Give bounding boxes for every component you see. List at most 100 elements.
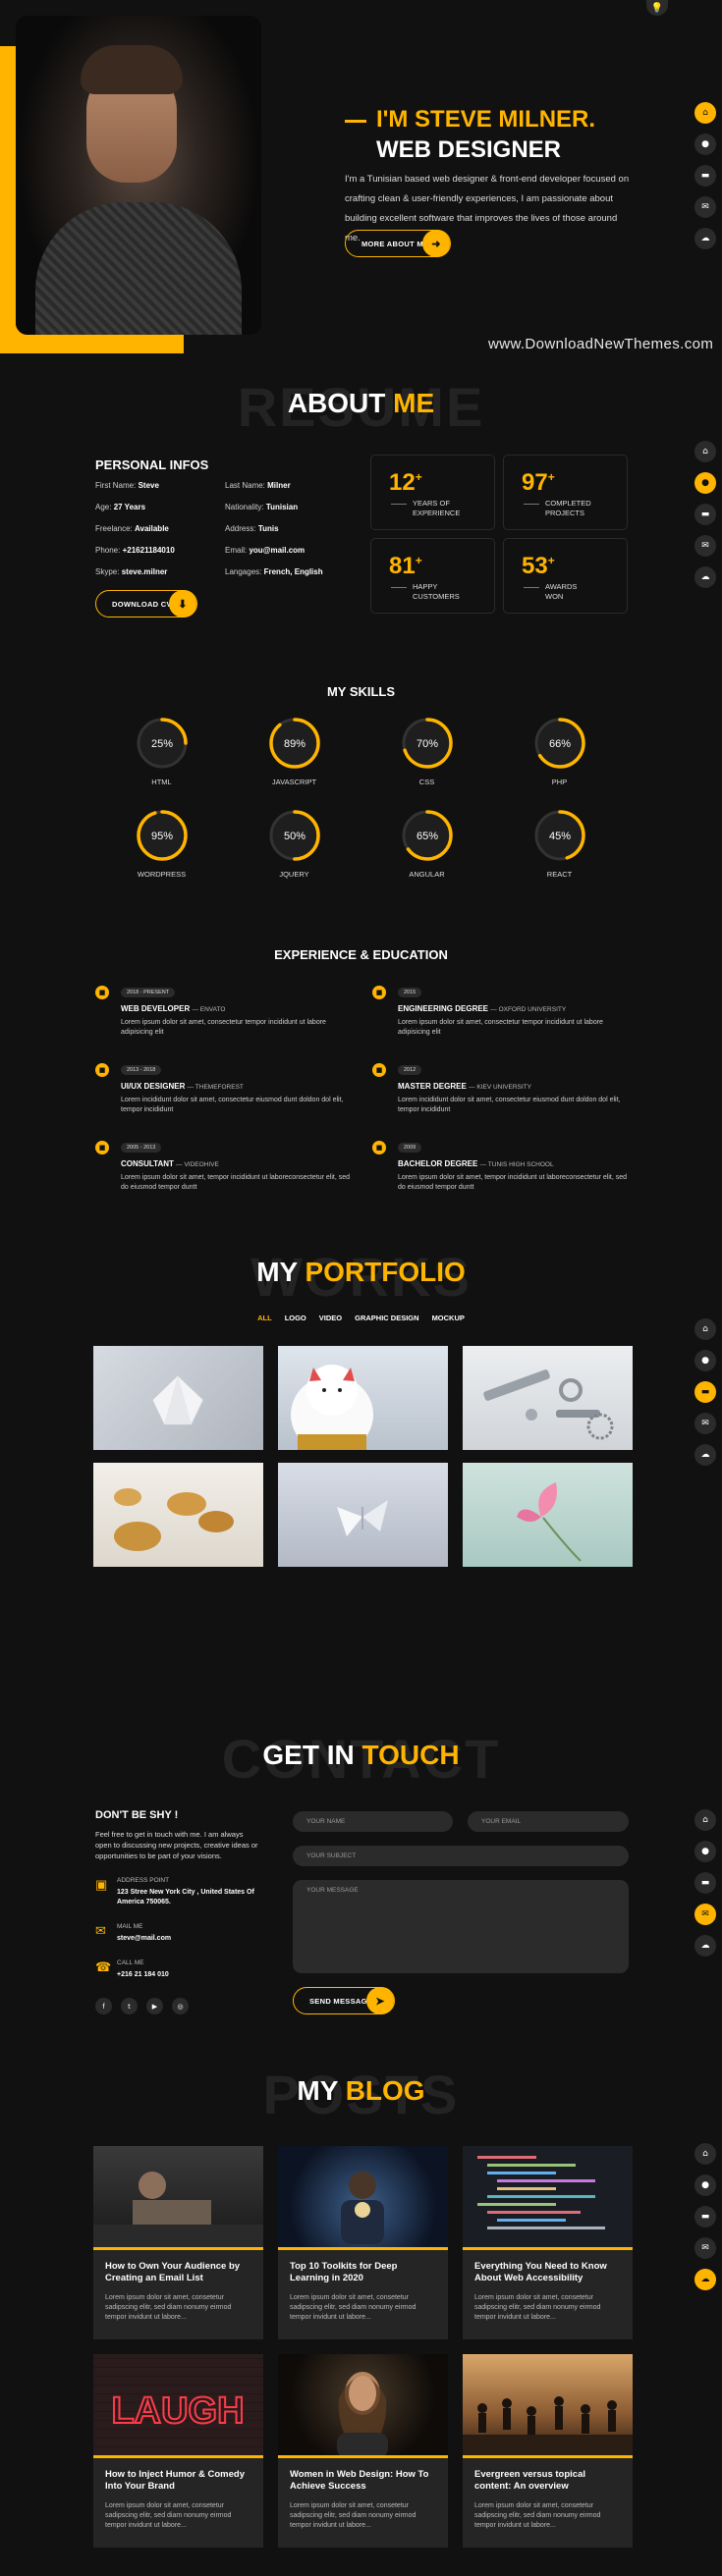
laugh-sign: LAUGH	[111, 2390, 244, 2432]
youtube-icon[interactable]: ▶	[146, 1998, 163, 2014]
nav-contact-button[interactable]: ✉	[694, 196, 716, 218]
info-email: Email: you@mail.com	[225, 546, 305, 555]
subject-input[interactable]: YOUR SUBJECT	[293, 1846, 629, 1866]
filter-video[interactable]: VIDEO	[319, 1314, 342, 1322]
download-cv-button[interactable]: DOWNLOAD CV ⬇	[95, 590, 197, 617]
nav-home-button[interactable]: ⌂	[694, 441, 716, 462]
blog-card[interactable]: Women in Web Design: How To Achieve Succ…	[278, 2354, 448, 2548]
nav-portfolio-button[interactable]: ▬	[694, 165, 716, 187]
facebook-icon[interactable]: f	[95, 1998, 112, 2014]
timeline-date: 2005 - 2013	[121, 1143, 162, 1153]
nav-about-button[interactable]: ●	[694, 472, 716, 494]
dribbble-icon[interactable]: ◎	[172, 1998, 189, 2014]
more-about-me-label: MORE ABOUT ME	[361, 239, 429, 248]
contact-mail: ✉ MAIL ME steve@mail.com	[95, 1923, 172, 1942]
home-icon: ⌂	[702, 1324, 708, 1334]
theme-toggle-button[interactable]: 💡	[646, 0, 668, 16]
timeline-date: 2012	[398, 1065, 422, 1075]
nav-blog-button[interactable]: ☁	[694, 2269, 716, 2290]
skill-ring: 50%	[268, 810, 320, 861]
nav-portfolio-button[interactable]: ▬	[694, 504, 716, 525]
skill-ring: 66%	[533, 718, 585, 769]
briefcase-icon: ■	[95, 1141, 109, 1154]
blog-image-sunset-crowd	[463, 2354, 633, 2458]
briefcase-icon: ▬	[700, 1878, 710, 1888]
portfolio-item-paper-butterfly[interactable]	[278, 1463, 448, 1567]
lightbulb-icon: 💡	[650, 2, 664, 14]
send-message-button[interactable]: SEND MESSAGE ➤	[293, 1987, 395, 2014]
nav-about-button[interactable]: ●	[694, 1350, 716, 1371]
arrow-right-icon: ➜	[422, 230, 450, 257]
skill-ring: 65%	[401, 810, 453, 861]
side-nav-contact: ⌂ ● ▬ ✉ ☁	[694, 1809, 716, 1957]
nav-blog-button[interactable]: ☁	[694, 1444, 716, 1466]
portfolio-item-flower[interactable]	[463, 1463, 633, 1567]
nav-portfolio-button[interactable]: ▬	[694, 1381, 716, 1403]
portfolio-title-accent: PORTFOLIO	[305, 1257, 466, 1287]
nav-about-button[interactable]: ●	[694, 1841, 716, 1862]
more-about-me-button[interactable]: MORE ABOUT ME ➜	[345, 230, 451, 257]
stat-projects: 97+ COMPLETED PROJECTS	[503, 455, 628, 530]
contact-address: ▣ ADDRESS POINT 123 Stree New York City …	[95, 1877, 254, 1905]
timeline-description: Lorem incididunt dolor sit amet, consect…	[398, 1097, 621, 1113]
fortune-cookies-image	[114, 1488, 234, 1551]
filter-all[interactable]: ALL	[257, 1314, 272, 1322]
portfolio-title-main: MY	[256, 1257, 298, 1287]
skill-percent: 50%	[283, 831, 305, 842]
timeline-description: Lorem ipsum dolor sit amet, tempor incid…	[398, 1174, 628, 1191]
portfolio-title: MY PORTFOLIO	[0, 1257, 722, 1288]
twitter-icon[interactable]: t	[121, 1998, 138, 2014]
nav-portfolio-button[interactable]: ▬	[694, 2206, 716, 2227]
nav-blog-button[interactable]: ☁	[694, 566, 716, 588]
nav-home-button[interactable]: ⌂	[694, 2143, 716, 2165]
timeline-date: 2018 - PRESENT	[121, 988, 176, 997]
nav-blog-button[interactable]: ☁	[694, 1935, 716, 1957]
nav-home-button[interactable]: ⌂	[694, 1318, 716, 1340]
blog-card[interactable]: LAUGH How to Inject Humor & Comedy Into …	[93, 2354, 263, 2548]
skill-item: 66% PHP	[493, 716, 626, 786]
briefcase-icon: ▬	[700, 1387, 710, 1397]
portfolio-item-lucky-cat[interactable]	[278, 1346, 448, 1450]
email-input[interactable]: YOUR EMAIL	[468, 1811, 629, 1832]
nav-portfolio-button[interactable]: ▬	[694, 1872, 716, 1894]
blog-card[interactable]: How to Own Your Audience by Creating an …	[93, 2146, 263, 2339]
nav-contact-button[interactable]: ✉	[694, 1904, 716, 1925]
nav-home-button[interactable]: ⌂	[694, 1809, 716, 1831]
nav-blog-button[interactable]: ☁	[694, 228, 716, 249]
hero-portrait	[16, 16, 261, 335]
timeline-role: CONSULTANT — VIDEOHIVE	[121, 1159, 219, 1168]
blog-title: MY BLOG	[0, 2075, 722, 2107]
blog-grid: How to Own Your Audience by Creating an …	[93, 2146, 633, 2548]
portfolio-item-hardware[interactable]	[463, 1346, 633, 1450]
nav-about-button[interactable]: ●	[694, 2174, 716, 2196]
comments-icon: ☁	[700, 1941, 710, 1951]
timeline-role: BACHELOR DEGREE — TUNIS HIGH SCHOOL	[398, 1159, 554, 1168]
filter-logo[interactable]: LOGO	[285, 1314, 306, 1322]
timeline-date: 2009	[398, 1143, 422, 1153]
send-message-label: SEND MESSAGE	[309, 1996, 373, 2006]
envelope-icon: ✉	[701, 2243, 709, 2253]
blog-card[interactable]: Everything You Need to Know About Web Ac…	[463, 2146, 633, 2339]
download-icon: ⬇	[169, 590, 196, 617]
stat-experience: 12+ YEARS OF EXPERIENCE	[370, 455, 495, 530]
skill-ring: 95%	[136, 810, 188, 861]
message-textarea[interactable]: YOUR MESSAGE	[293, 1880, 629, 1973]
blog-card[interactable]: Top 10 Toolkits for Deep Learning in 202…	[278, 2146, 448, 2339]
portfolio-item-fortune-cookies[interactable]	[93, 1463, 263, 1567]
nav-contact-button[interactable]: ✉	[694, 2237, 716, 2259]
skills-title: MY SKILLS	[326, 684, 396, 699]
filter-mockup[interactable]: MOCKUP	[432, 1314, 465, 1322]
nav-contact-button[interactable]: ✉	[694, 535, 716, 557]
blog-image-code	[463, 2146, 633, 2250]
name-input[interactable]: YOUR NAME	[293, 1811, 453, 1832]
nav-contact-button[interactable]: ✉	[694, 1413, 716, 1434]
filter-graphic-design[interactable]: GRAPHIC DESIGN	[355, 1314, 418, 1322]
blog-card[interactable]: Evergreen versus topical content: An ove…	[463, 2354, 633, 2548]
nav-about-button[interactable]: ●	[694, 134, 716, 155]
graduation-cap-icon: ■	[372, 1063, 386, 1077]
skill-item: 95% WORDPRESS	[95, 808, 228, 879]
phone-icon: ☎	[95, 1959, 112, 1974]
briefcase-icon: ▬	[700, 510, 710, 519]
portfolio-item-origami[interactable]	[93, 1346, 263, 1450]
nav-home-button[interactable]: ⌂	[694, 102, 716, 124]
